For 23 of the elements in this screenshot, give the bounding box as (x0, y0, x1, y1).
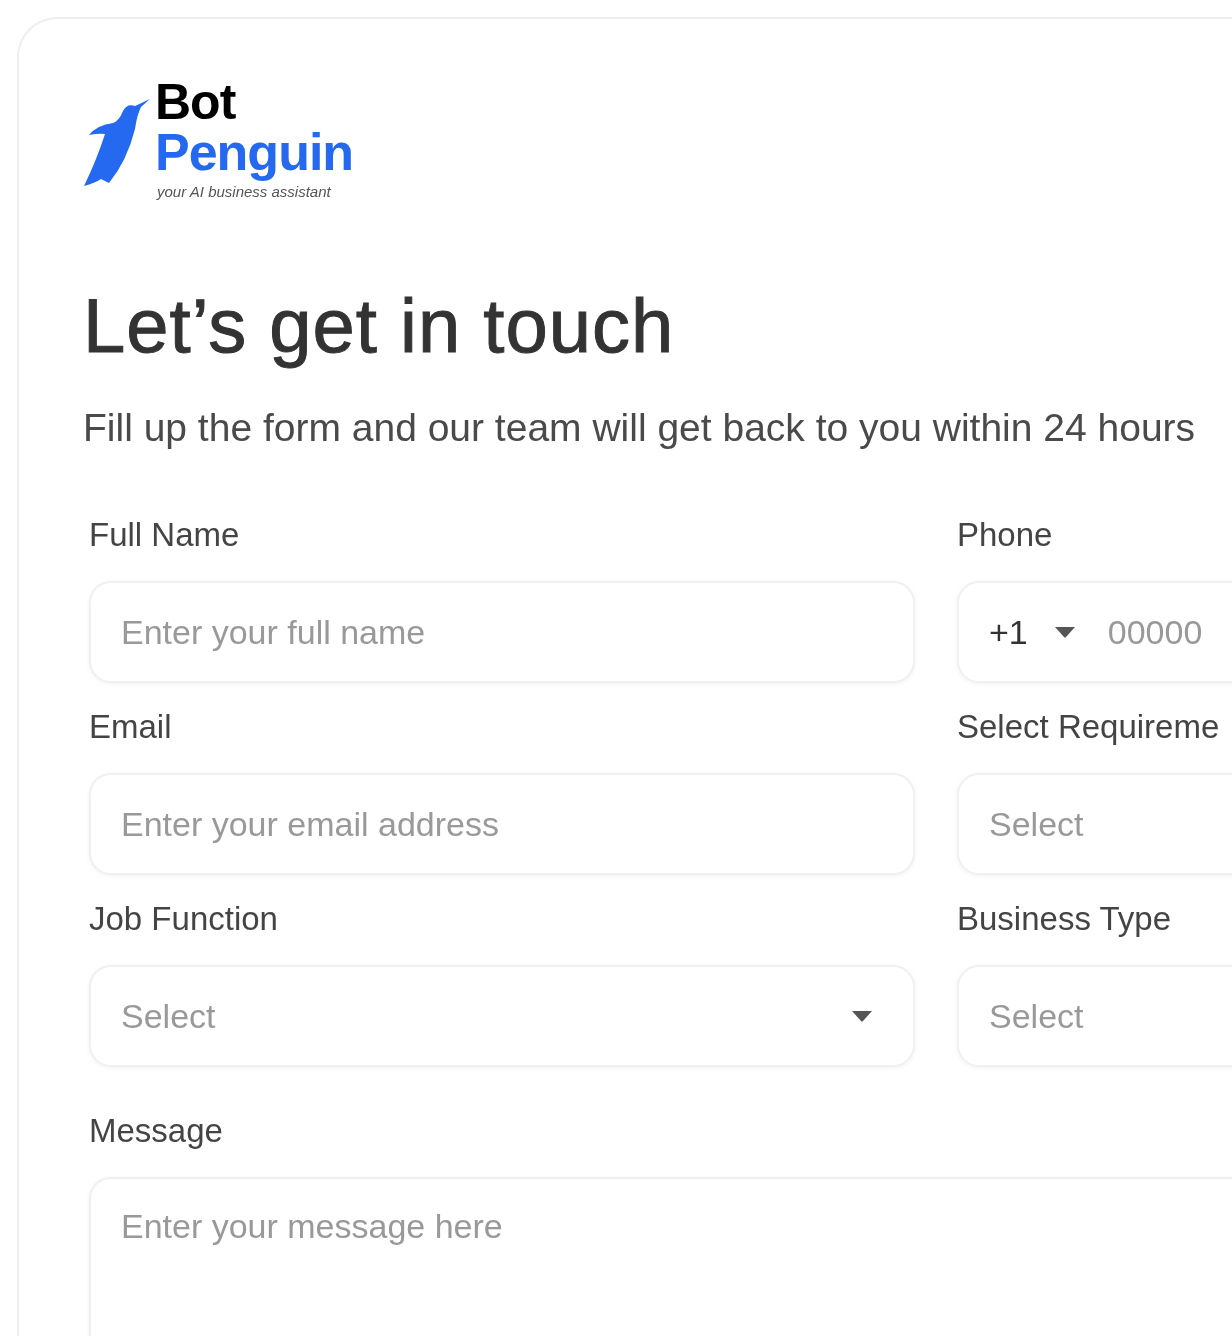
field-label: Phone (957, 515, 1053, 555)
field-label: Email (89, 707, 172, 747)
phone-number-input[interactable]: 00000 (1105, 611, 1232, 653)
caret-icon (1053, 626, 1076, 638)
message-field[interactable]: Enter your message here (89, 1177, 1232, 1336)
phone-field[interactable]: +1 00000 (957, 581, 1232, 683)
select-field[interactable]: Select (957, 773, 1232, 875)
field-label: Select Requireme (957, 707, 1220, 747)
field-label: Job Function (89, 899, 278, 939)
field-label: Full Name (89, 515, 240, 555)
page-title: Let’s get in touch (83, 283, 676, 369)
select-field[interactable]: Select (957, 965, 1232, 1067)
text-field[interactable]: Enter your email address (89, 773, 915, 875)
page-subtitle: Fill up the form and our team will get back to you within 24 hours (83, 405, 1197, 451)
penguin-icon (83, 99, 151, 187)
field-label: Message (89, 1111, 223, 1151)
select-field[interactable]: Select (89, 965, 915, 1067)
logo-text: Penguin (155, 125, 354, 179)
country-code[interactable]: +1 (989, 612, 1028, 652)
logo-tagline: your AI business assistant (157, 183, 332, 200)
text-field[interactable]: Enter your full name (89, 581, 915, 683)
logo-text: Bot (155, 79, 237, 125)
field-label: Business Type (957, 899, 1172, 939)
